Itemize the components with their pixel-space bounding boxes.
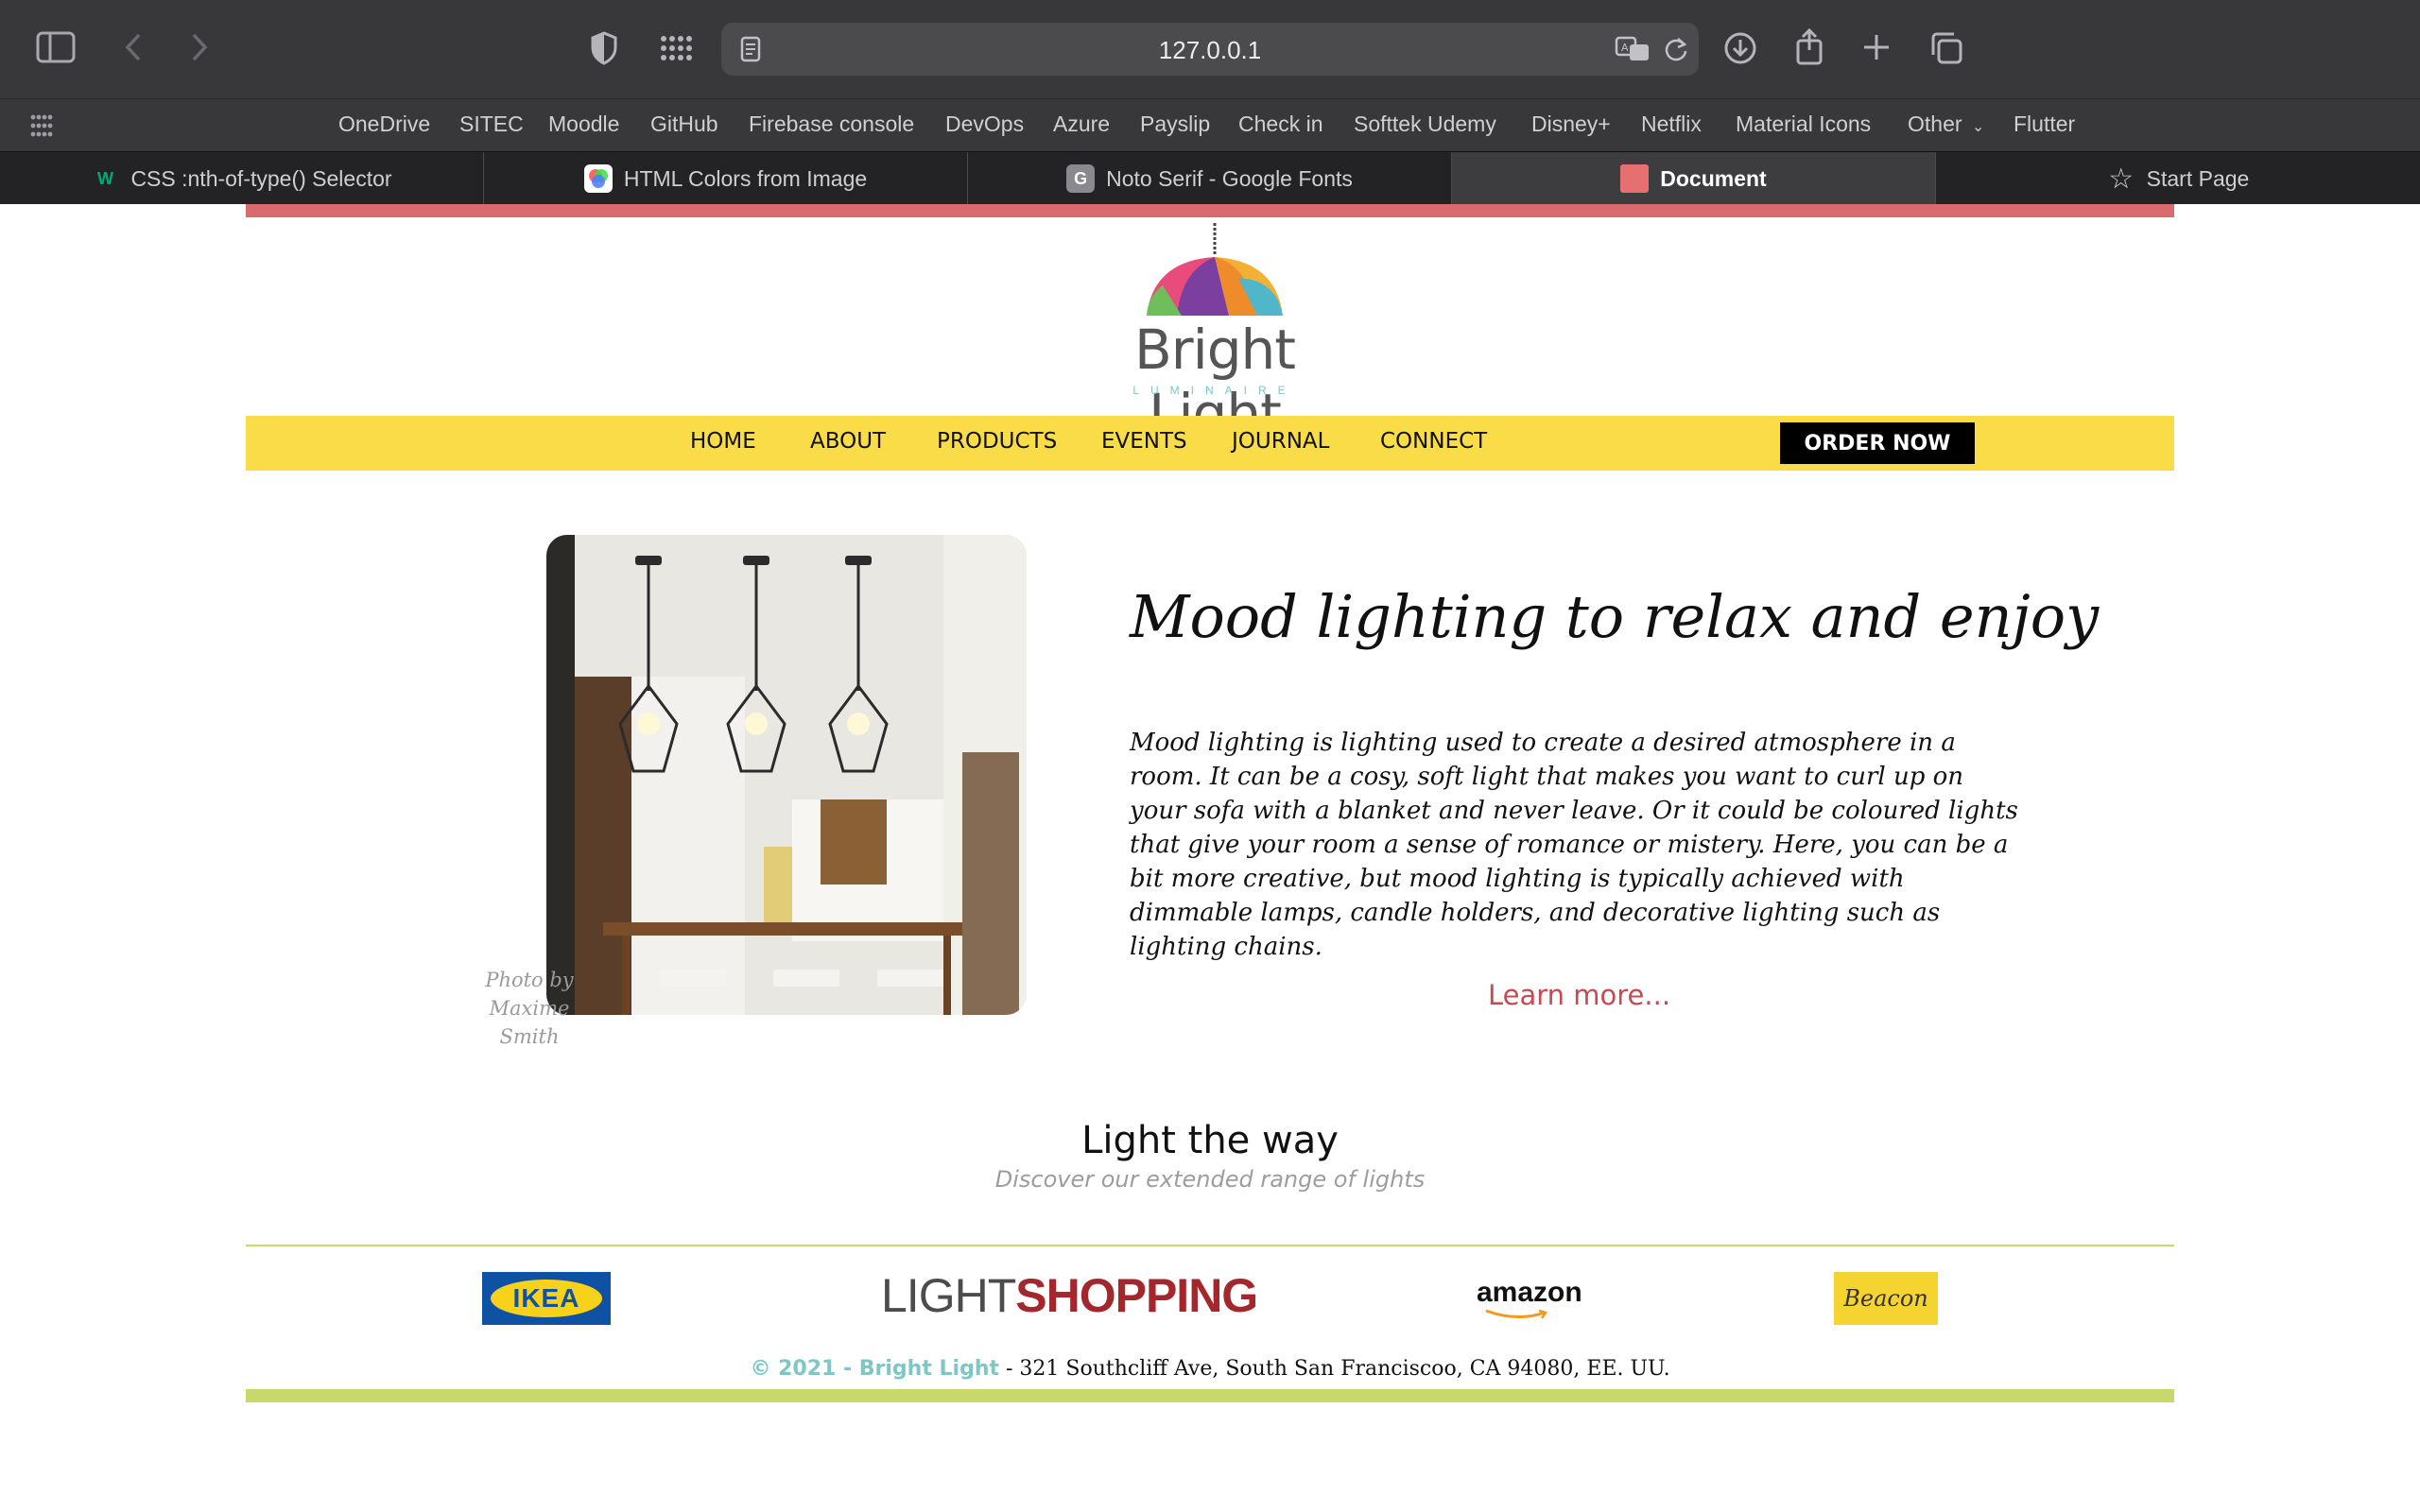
url-text: 127.0.0.1 <box>1158 36 1262 64</box>
web-page: Bright Light LUMINAIRE HOME ABOUT PRODUC… <box>0 204 2420 1512</box>
amazon-wordmark: amazon <box>1477 1277 1582 1308</box>
favorite-link[interactable]: Disney+ <box>1531 112 1611 137</box>
download-icon[interactable] <box>1722 30 1758 66</box>
ikea-logo[interactable]: IKEA <box>482 1272 611 1325</box>
tab-start-page[interactable]: ☆ Start Page <box>1936 152 2420 205</box>
tab-label: Start Page <box>2146 165 2250 191</box>
favorite-link[interactable]: Softtek Udemy <box>1354 112 1496 137</box>
top-accent-bar <box>246 204 2174 217</box>
order-now-button[interactable]: ORDER NOW <box>1780 422 1975 464</box>
section-divider <box>246 1245 2174 1246</box>
share-icon[interactable] <box>1792 26 1826 66</box>
favorite-folder-label: Other <box>1908 112 1962 136</box>
address-bar[interactable]: 127.0.0.1 A <box>721 23 1699 76</box>
section-subtitle: Discover our extended range of lights <box>994 1166 1426 1193</box>
tab-label: HTML Colors from Image <box>623 165 868 191</box>
document-favicon <box>1620 164 1650 193</box>
favorites-bar: OneDrive SITEC Moodle GitHub Firebase co… <box>0 98 2420 151</box>
tab-html-colors[interactable]: HTML Colors from Image <box>484 152 968 205</box>
color-wheel-icon <box>583 164 613 193</box>
tab-noto-serif[interactable]: G Noto Serif - Google Fonts <box>968 152 1452 205</box>
favorite-link[interactable]: Flutter <box>2014 112 2075 137</box>
lightshopping-shopping: SHOPPING <box>1015 1269 1258 1322</box>
lamp-logo-icon <box>1147 223 1283 316</box>
main-nav: HOME ABOUT PRODUCTS EVENTS JOURNAL CONNE… <box>246 416 2174 471</box>
shield-icon[interactable] <box>588 30 620 66</box>
reload-icon[interactable] <box>1661 34 1691 64</box>
nav-about[interactable]: ABOUT <box>810 429 886 454</box>
nav-events[interactable]: EVENTS <box>1101 429 1187 454</box>
lightshopping-logo[interactable]: LIGHTSHOPPING <box>881 1268 1258 1323</box>
favorite-link[interactable]: Netflix <box>1641 112 1702 137</box>
favorite-link[interactable]: Material Icons <box>1736 112 1871 137</box>
beacon-logo[interactable]: Beacon <box>1834 1272 1938 1325</box>
browser-toolbar: 127.0.0.1 A <box>0 0 2420 98</box>
hero-title: Mood lighting to relax and enjoy <box>1130 582 2100 651</box>
amazon-logo[interactable]: amazon <box>1477 1277 1582 1319</box>
footer-copyright: © 2021 - Bright Light <box>750 1357 1000 1381</box>
google-icon: G <box>1066 164 1096 193</box>
svg-text:A: A <box>1621 42 1629 54</box>
bottom-accent-bar <box>246 1389 2174 1402</box>
nav-journal[interactable]: JOURNAL <box>1232 429 1329 454</box>
tab-label: Document <box>1660 165 1767 191</box>
hero-paragraph: Mood lighting is lighting used to create… <box>1130 729 2018 961</box>
star-icon: ☆ <box>2108 163 2135 195</box>
lightshopping-light: LIGHT <box>881 1269 1016 1322</box>
favorite-link[interactable]: SITEC <box>459 112 524 137</box>
favorite-link[interactable]: Check in <box>1238 112 1322 137</box>
hero-photo <box>546 535 1027 1015</box>
chevron-down-icon: ⌄ <box>1971 119 1985 135</box>
favorite-link[interactable]: GitHub <box>650 112 718 137</box>
favorite-link[interactable]: OneDrive <box>338 112 430 137</box>
back-icon[interactable] <box>119 30 147 64</box>
tab-label: Noto Serif - Google Fonts <box>1106 165 1353 191</box>
tab-bar: W CSS :nth-of-type() Selector HTML Color… <box>0 151 2420 205</box>
tab-label: CSS :nth-of-type() Selector <box>130 165 392 191</box>
nav-home[interactable]: HOME <box>690 429 756 454</box>
favorite-folder-other[interactable]: Other ⌄ <box>1908 112 1984 137</box>
tab-css-nth-of-type[interactable]: W CSS :nth-of-type() Selector <box>0 152 484 205</box>
forward-icon[interactable] <box>185 30 214 64</box>
w3schools-icon: W <box>96 168 113 188</box>
footer-address: - 321 Southcliff Ave, South San Francisc… <box>999 1357 1670 1381</box>
favorite-link[interactable]: DevOps <box>945 112 1024 137</box>
favorite-link[interactable]: Moodle <box>548 112 619 137</box>
new-tab-icon[interactable] <box>1860 30 1893 64</box>
tab-document[interactable]: Document <box>1452 152 1936 205</box>
photo-credit: Photo by Maxime Smith <box>485 969 574 1048</box>
nav-products[interactable]: PRODUCTS <box>937 429 1057 454</box>
grid-icon[interactable] <box>658 30 694 66</box>
brand-subtitle: LUMINAIRE <box>1132 384 1297 397</box>
learn-more-link[interactable]: Learn more... <box>1488 979 1670 1011</box>
ikea-wordmark: IKEA <box>491 1280 602 1317</box>
beacon-wordmark: Beacon <box>1843 1285 1928 1312</box>
nav-connect[interactable]: CONNECT <box>1380 429 1487 454</box>
translate-icon[interactable]: A <box>1614 34 1651 64</box>
favorite-link[interactable]: Firebase console <box>749 112 914 137</box>
tab-overview-icon[interactable] <box>1928 30 1964 66</box>
favorite-link[interactable]: Payslip <box>1140 112 1210 137</box>
footer: © 2021 - Bright Light - 321 Southcliff A… <box>0 1357 2420 1381</box>
favorite-link[interactable]: Azure <box>1053 112 1110 137</box>
section-title: Light the way <box>1081 1119 1339 1162</box>
sidebar-toggle-icon[interactable] <box>36 30 76 64</box>
amazon-smile-icon <box>1485 1309 1547 1319</box>
apps-grid-icon[interactable] <box>28 112 55 139</box>
